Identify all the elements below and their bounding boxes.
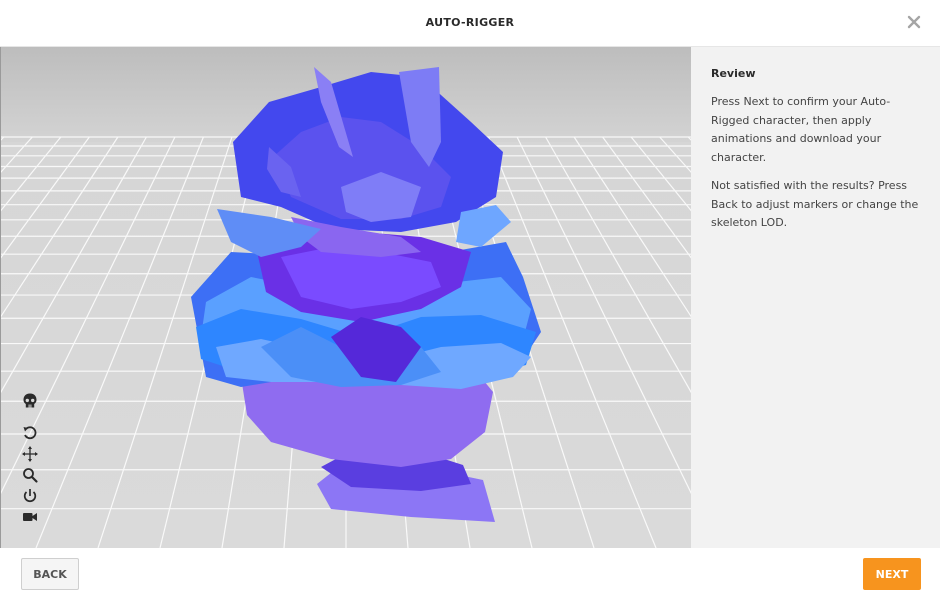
next-button[interactable]: NEXT — [863, 558, 921, 590]
instruction-text-2: Not satisfied with the results? Press Ba… — [711, 179, 919, 229]
skeleton-icon[interactable] — [21, 392, 39, 410]
panel-heading: Review — [711, 67, 756, 80]
zoom-icon[interactable] — [21, 466, 39, 484]
close-icon[interactable] — [906, 14, 922, 30]
back-button[interactable]: BACK — [21, 558, 79, 590]
dialog-header: AUTO-RIGGER — [0, 0, 940, 47]
scene-render — [1, 47, 691, 548]
reset-icon[interactable] — [21, 487, 39, 505]
instructions-panel: Review Press Next to confirm your Auto-R… — [691, 47, 940, 548]
dialog-title: AUTO-RIGGER — [425, 16, 515, 29]
rotate-icon[interactable] — [21, 424, 39, 442]
instruction-text-1: Press Next to confirm your Auto-Rigged c… — [711, 95, 891, 164]
pan-icon[interactable] — [21, 445, 39, 463]
dialog-footer: BACK NEXT — [0, 548, 940, 600]
camera-icon[interactable] — [21, 508, 39, 526]
3d-viewport[interactable] — [0, 47, 691, 548]
